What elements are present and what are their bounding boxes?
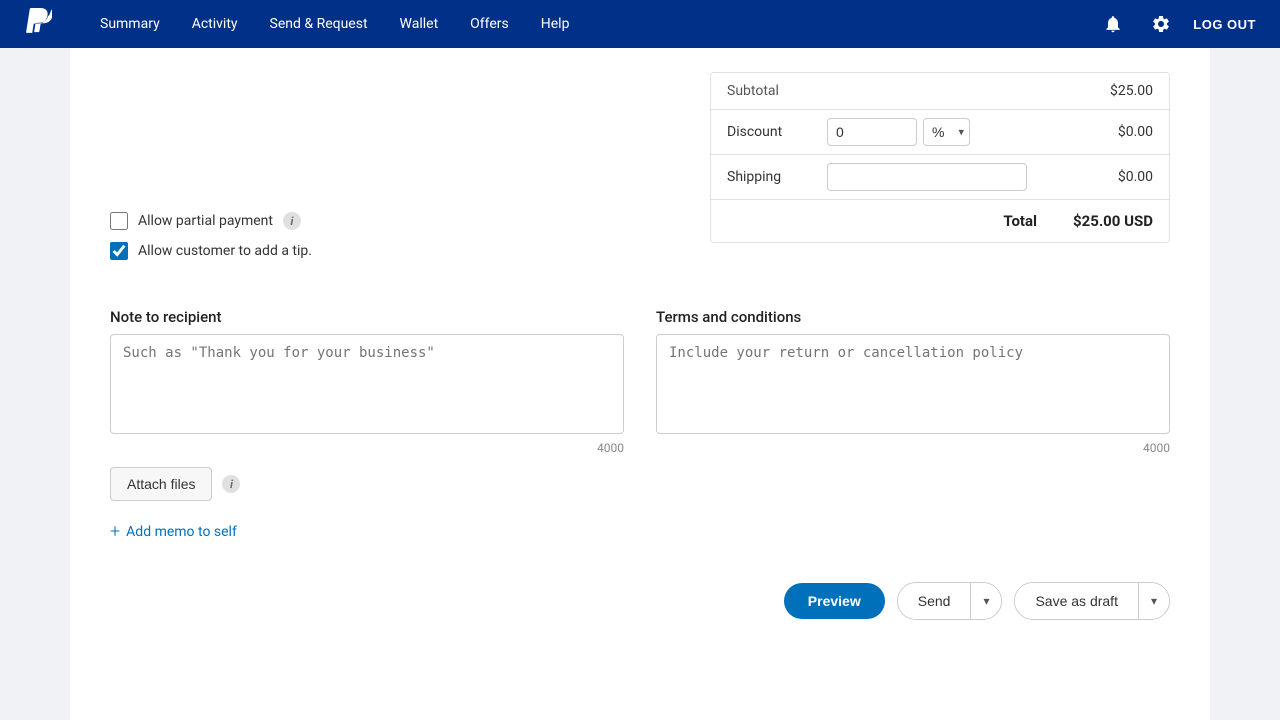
notes-section: Note to recipient 4000 Terms and conditi… — [110, 308, 1170, 455]
nav-activity[interactable]: Activity — [176, 0, 254, 48]
content-card: Allow partial payment i Allow customer t… — [70, 48, 1210, 720]
add-memo-link[interactable]: + Add memo to self — [110, 521, 1170, 542]
send-chevron-button[interactable]: ▾ — [970, 583, 1001, 619]
send-button-group: Send ▾ — [897, 582, 1003, 620]
preview-button[interactable]: Preview — [784, 583, 885, 619]
discount-unit-wrapper: % $ — [923, 118, 970, 146]
nav-help[interactable]: Help — [525, 0, 586, 48]
footer-actions: Preview Send ▾ Save as draft ▾ — [110, 574, 1170, 620]
partial-payment-info-icon[interactable]: i — [283, 212, 301, 230]
nav-wallet[interactable]: Wallet — [384, 0, 455, 48]
nav-offers[interactable]: Offers — [454, 0, 525, 48]
navbar: Summary Activity Send & Request Wallet O… — [0, 0, 1280, 48]
checkbox-section: Allow partial payment i Allow customer t… — [110, 212, 686, 260]
shipping-amount: $0.00 — [1083, 169, 1153, 185]
discount-label: Discount — [727, 124, 827, 140]
partial-payment-label: Allow partial payment — [138, 213, 273, 229]
discount-row: Discount % $ $0.00 — [711, 110, 1169, 155]
top-left: Allow partial payment i Allow customer t… — [110, 72, 686, 284]
total-amount: $25.00 USD — [1053, 212, 1153, 230]
terms-label: Terms and conditions — [656, 308, 1170, 326]
partial-payment-row: Allow partial payment i — [110, 212, 686, 230]
notification-bell-button[interactable] — [1097, 8, 1129, 40]
terms-textarea[interactable] — [656, 334, 1170, 434]
total-label: Total — [1003, 212, 1053, 230]
note-col: Note to recipient 4000 — [110, 308, 624, 455]
attach-section: Attach files i — [110, 467, 1170, 501]
add-memo-plus-icon: + — [110, 521, 120, 542]
nav-links: Summary Activity Send & Request Wallet O… — [84, 0, 1097, 48]
nav-send-request[interactable]: Send & Request — [254, 0, 384, 48]
attach-files-button[interactable]: Attach files — [110, 467, 212, 501]
tip-checkbox[interactable] — [110, 242, 128, 260]
settings-gear-button[interactable] — [1145, 8, 1177, 40]
nav-right-actions: LOG OUT — [1097, 8, 1256, 40]
save-draft-chevron-button[interactable]: ▾ — [1138, 583, 1169, 619]
tip-label: Allow customer to add a tip. — [138, 243, 312, 259]
terms-col: Terms and conditions 4000 — [656, 308, 1170, 455]
note-textarea[interactable] — [110, 334, 624, 434]
top-section: Allow partial payment i Allow customer t… — [110, 72, 1170, 284]
note-char-count: 4000 — [110, 441, 624, 455]
page-wrapper: Allow partial payment i Allow customer t… — [0, 48, 1280, 720]
save-draft-chevron-icon: ▾ — [1151, 594, 1157, 608]
save-draft-button[interactable]: Save as draft — [1015, 583, 1138, 619]
send-chevron-icon: ▾ — [983, 594, 989, 608]
subtotal-amount: $25.00 — [1110, 83, 1153, 99]
nav-summary[interactable]: Summary — [84, 0, 176, 48]
add-memo-label: Add memo to self — [126, 524, 237, 540]
discount-unit-select[interactable]: % $ — [923, 118, 970, 146]
discount-input[interactable] — [827, 118, 917, 146]
note-label: Note to recipient — [110, 308, 624, 326]
shipping-input[interactable] — [827, 163, 1027, 191]
send-button[interactable]: Send — [898, 583, 971, 619]
attach-info-icon[interactable]: i — [222, 475, 240, 493]
subtotal-label: Subtotal — [727, 83, 779, 99]
logout-button[interactable]: LOG OUT — [1193, 17, 1256, 32]
tip-row: Allow customer to add a tip. — [110, 242, 686, 260]
shipping-row: Shipping $0.00 — [711, 155, 1169, 200]
shipping-label: Shipping — [727, 169, 827, 185]
partial-payment-checkbox[interactable] — [110, 212, 128, 230]
shipping-input-group — [827, 163, 1083, 191]
pricing-section: Subtotal $25.00 Discount % $ — [710, 72, 1170, 284]
pricing-table: Subtotal $25.00 Discount % $ — [710, 72, 1170, 243]
discount-amount: $0.00 — [1083, 124, 1153, 140]
terms-char-count: 4000 — [656, 441, 1170, 455]
paypal-logo — [24, 8, 52, 40]
save-draft-button-group: Save as draft ▾ — [1014, 582, 1170, 620]
discount-input-group: % $ — [827, 118, 1083, 146]
subtotal-row: Subtotal $25.00 — [711, 73, 1169, 110]
total-row: Total $25.00 USD — [711, 200, 1169, 242]
